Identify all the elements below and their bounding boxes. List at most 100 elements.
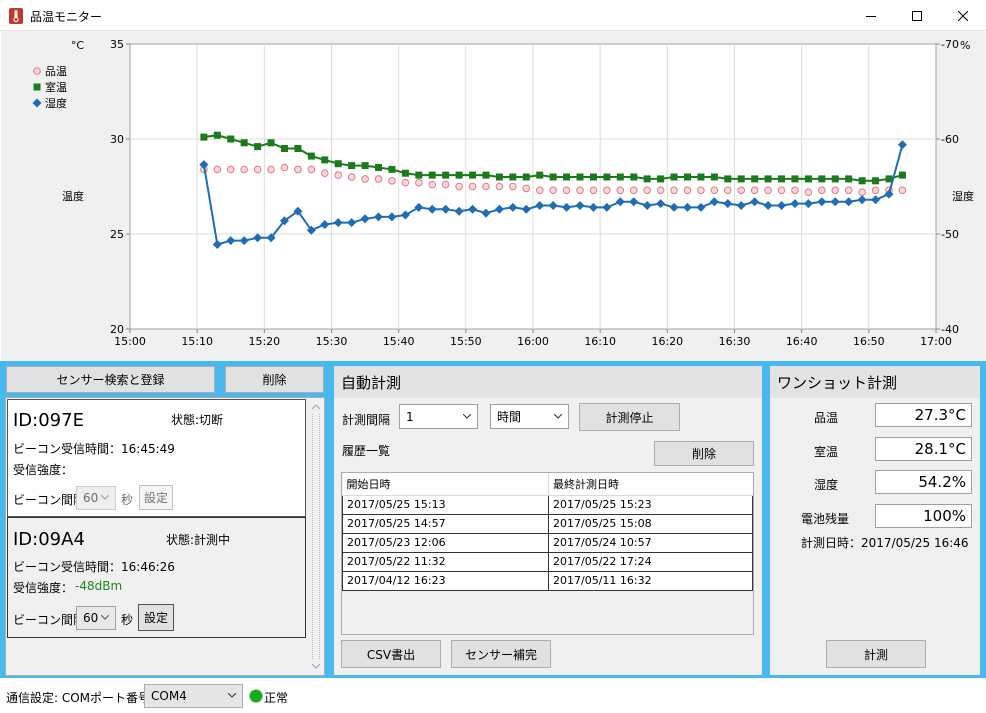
scroll-down-icon[interactable] — [308, 659, 324, 673]
data-point-1 — [737, 175, 745, 183]
y-left-tick-label: 20 — [110, 323, 124, 336]
signal-value: -48dBm — [75, 579, 123, 593]
stop-measure-button[interactable]: 計測停止 — [579, 403, 680, 431]
beacon-time: ビーコン受信時間：16:46:26 — [13, 560, 175, 574]
set-button-disabled[interactable]: 設定 — [139, 485, 173, 510]
data-point-1 — [643, 175, 651, 183]
y-right-tick-label: -50 — [941, 228, 959, 241]
y-right-unit: % — [960, 39, 970, 52]
minimize-button[interactable] — [848, 0, 894, 31]
table-cell: 2017/05/25 15:08 — [548, 513, 753, 534]
table-cell: 2017/05/25 15:13 — [342, 494, 549, 515]
data-point-0 — [482, 182, 490, 191]
data-point-0 — [267, 165, 275, 174]
maximize-button[interactable] — [894, 0, 940, 31]
table-row[interactable]: 2017/05/23 12:06 2017/05/24 10:57 — [342, 532, 753, 553]
sensor-calibration-button[interactable]: センサー補完 — [451, 640, 551, 668]
data-point-0 — [415, 178, 423, 187]
y-left-tick-label: 30 — [110, 133, 124, 146]
data-point-0 — [764, 186, 772, 195]
minimize-icon — [866, 15, 876, 17]
data-point-1 — [495, 173, 503, 181]
auto-interval-select[interactable]: 1 — [399, 404, 478, 429]
data-point-1 — [589, 173, 597, 181]
data-point-0 — [401, 178, 410, 187]
sensor-card-09A4[interactable]: ID:09A4 状態:計測中 ビーコン受信時間：16:46:26 受信強度： -… — [7, 517, 306, 638]
data-point-0 — [294, 165, 302, 174]
table-row[interactable]: 2017/05/25 14:57 2017/05/25 15:08 — [342, 513, 753, 534]
y-right-tick-label: -60 — [941, 133, 959, 146]
data-point-1 — [254, 143, 262, 151]
sensor-delete-button[interactable]: 削除 — [225, 366, 324, 393]
sensor-status: 状態:切断 — [171, 413, 224, 427]
data-point-1 — [764, 175, 772, 183]
csv-export-button[interactable]: CSV書出 — [341, 640, 441, 668]
data-point-0 — [374, 175, 383, 183]
data-point-0 — [441, 180, 450, 189]
table-row[interactable]: 2017/05/22 11:32 2017/05/22 17:24 — [342, 551, 753, 572]
data-point-0 — [428, 180, 437, 189]
temperature-humidity-chart: 15:00 15:10 15:20 15:30 15:40 15:50 16:00 16:10… — [32, 38, 974, 348]
data-point-0 — [898, 186, 907, 195]
data-point-1 — [200, 133, 208, 141]
chevron-down-icon — [554, 413, 562, 419]
x-tick-label: 15:50 — [450, 335, 482, 348]
interval-label: 計測間隔 — [342, 413, 391, 427]
shitsuon-value: 28.1°C — [875, 437, 972, 461]
x-tick-label: 16:00 — [517, 335, 549, 348]
chevron-down-icon — [463, 413, 471, 419]
sensor-list-scrollbar[interactable] — [308, 398, 324, 675]
table-cell: 2017/04/12 16:23 — [342, 570, 549, 591]
data-point-0 — [629, 186, 638, 195]
data-point-0 — [697, 186, 705, 195]
chevron-down-icon — [101, 615, 109, 620]
data-point-0 — [509, 182, 517, 191]
data-point-0 — [307, 165, 316, 174]
data-point-1 — [657, 175, 665, 183]
beacon-interval-select[interactable]: 60 — [76, 486, 116, 510]
set-button[interactable]: 設定 — [138, 604, 174, 631]
data-point-0 — [670, 186, 678, 195]
column-header-last[interactable]: 最終計測日時 — [548, 473, 753, 496]
data-point-0 — [804, 188, 813, 196]
beacon-interval-select[interactable]: 60 — [76, 606, 116, 630]
column-header-start[interactable]: 開始日時 — [342, 473, 549, 496]
sensor-card-097E[interactable]: ID:097E 状態:切断 ビーコン受信時間：16:45:49 受信強度： ビー… — [7, 399, 306, 517]
history-delete-button[interactable]: 削除 — [654, 441, 754, 466]
data-point-0 — [723, 186, 732, 195]
data-point-0 — [656, 186, 665, 195]
close-button[interactable] — [940, 0, 986, 31]
x-tick-label: 16:20 — [651, 335, 683, 348]
data-point-0 — [710, 186, 719, 195]
table-cell: 2017/05/25 14:57 — [342, 513, 549, 534]
scroll-thumb[interactable] — [312, 414, 320, 659]
data-point-1 — [240, 139, 248, 147]
sensor-search-register-button[interactable]: センサー検索と登録 — [6, 366, 215, 393]
shitsudo-label: 湿度 — [814, 478, 839, 492]
data-point-0 — [280, 163, 289, 172]
y-left-label: 温度 — [62, 189, 84, 203]
scroll-up-icon[interactable] — [308, 400, 324, 414]
data-point-1 — [280, 145, 288, 152]
table-row[interactable]: 2017/04/12 16:23 2017/05/11 16:32 — [342, 570, 753, 591]
y-right-tick-label: -40 — [941, 323, 959, 336]
legend-marker-2 — [32, 98, 42, 108]
data-point-0 — [750, 186, 759, 195]
data-point-1 — [469, 171, 477, 179]
data-point-1 — [724, 175, 732, 183]
measure-button[interactable]: 計測 — [826, 640, 926, 668]
data-point-1 — [563, 173, 571, 181]
y-left-tick-label: 35 — [110, 38, 124, 51]
com-port-select[interactable]: COM4 — [144, 684, 243, 708]
sensor-id: ID:09A4 — [13, 529, 85, 550]
data-point-0 — [777, 186, 786, 195]
data-point-1 — [858, 177, 866, 185]
data-point-1 — [683, 173, 691, 181]
data-point-1 — [388, 165, 396, 173]
status-bar: 通信設定: COMポート番号 COM4 正常 — [0, 679, 986, 713]
data-point-0 — [495, 182, 504, 191]
legend-label-1: 室温 — [45, 80, 67, 94]
auto-unit-select[interactable]: 時間 — [490, 404, 569, 429]
table-row[interactable]: 2017/05/25 15:13 2017/05/25 15:23 — [342, 494, 753, 515]
beacon-time: ビーコン受信時間：16:45:49 — [13, 442, 175, 456]
